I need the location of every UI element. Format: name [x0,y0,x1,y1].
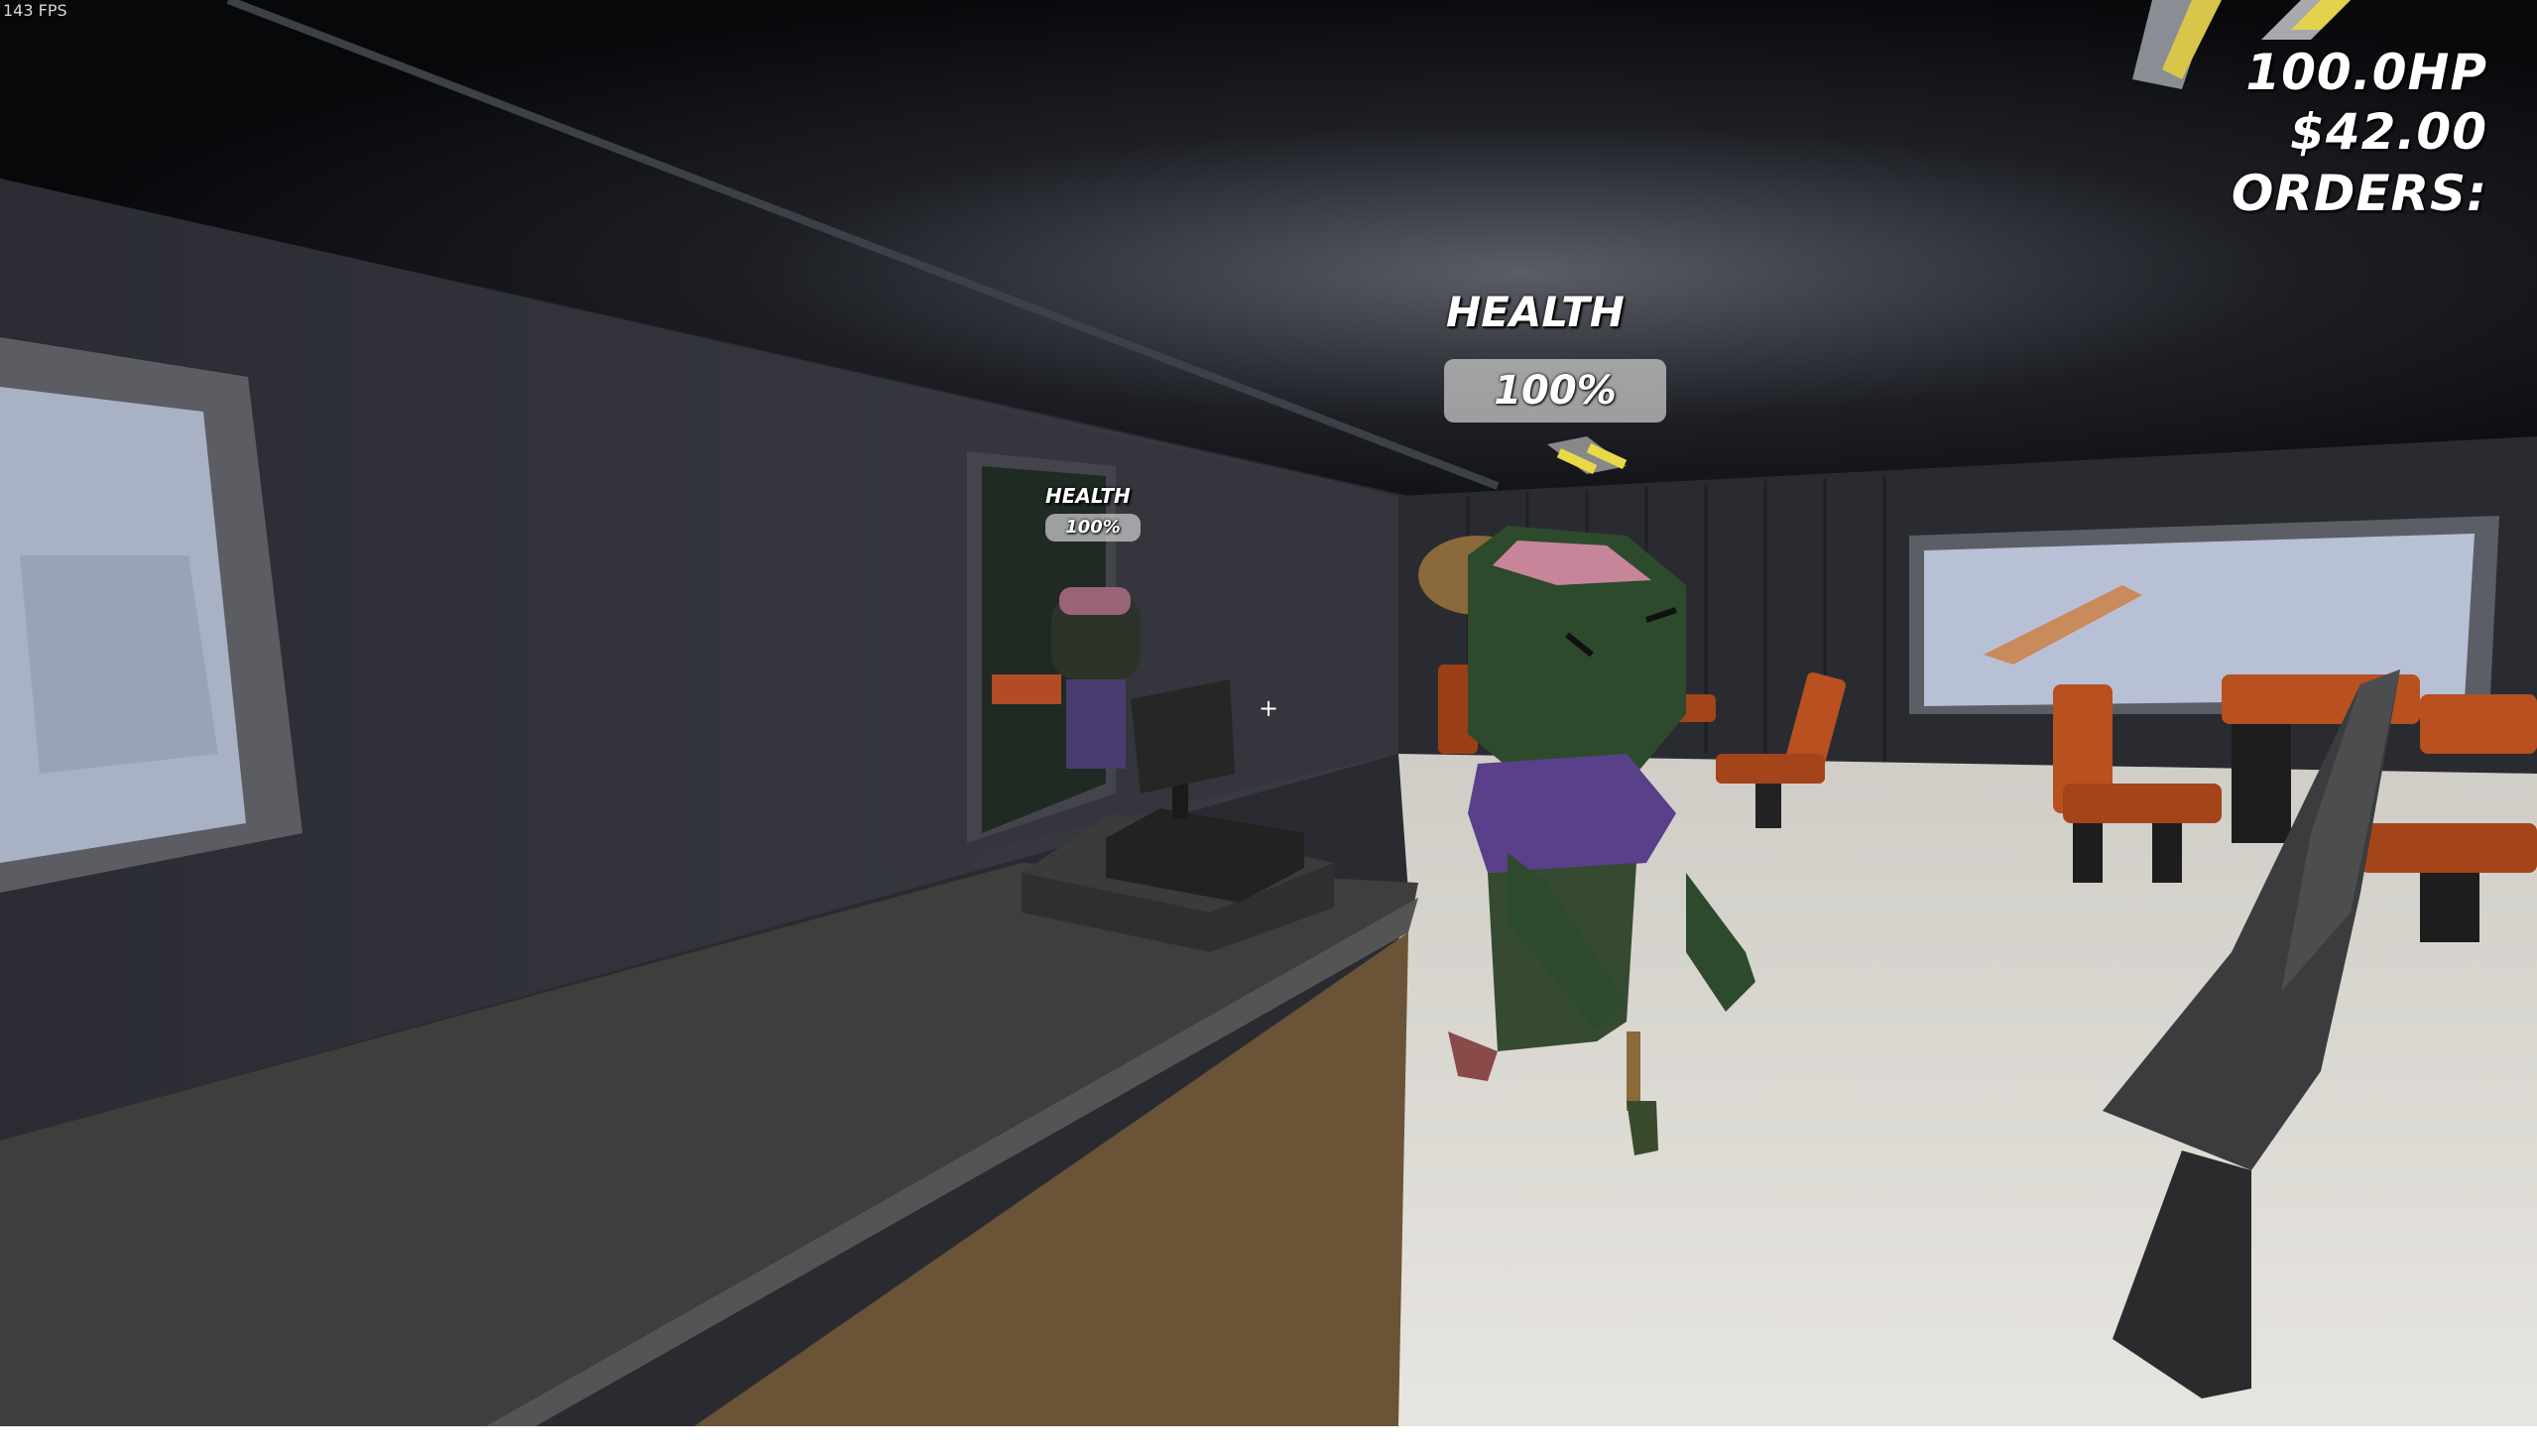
crosshair: + [1259,694,1279,722]
register-screen [1131,679,1235,793]
hud-hp: 100.0HP [2245,44,2487,101]
npc-health-bar: 100% [1045,514,1141,542]
mirror-npc-body [1066,679,1126,769]
hud-money: $42.00 [2290,103,2487,161]
mirror-orange-bench [992,674,1061,704]
left-window-reflection [20,555,218,774]
hud-orders: ORDERS: [2231,165,2487,222]
npc-health-label: HEALTH [1045,484,1131,508]
game-viewport[interactable]: 143 FPS 100.0HP $42.00 ORDERS: + HEALTH … [0,0,2537,1426]
npc-health-label: HEALTH [1446,288,1625,336]
npc-health-bar: 100% [1444,359,1666,423]
mirror-npc-brain [1059,587,1131,615]
fps-counter: 143 FPS [3,1,67,20]
